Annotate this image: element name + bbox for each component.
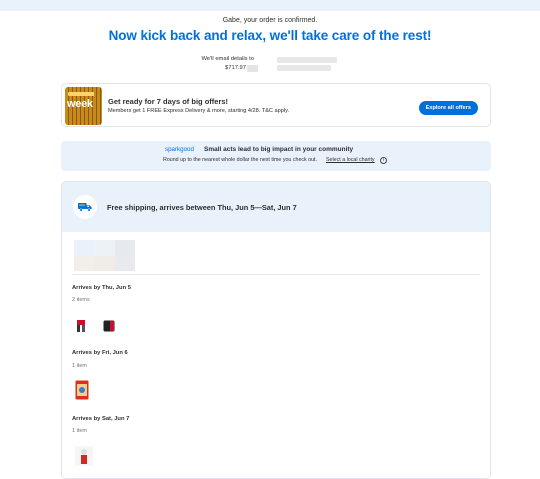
delivery-group-count: 1 item bbox=[72, 363, 87, 369]
page-headline: Now kick back and relax, we'll take care… bbox=[108, 28, 432, 43]
redacted-email bbox=[277, 57, 337, 63]
shipment-card: Free shipping, arrives between Thu, Jun … bbox=[61, 181, 491, 479]
delivery-group-title: Arrives by Thu, Jun 5 bbox=[72, 285, 131, 291]
promo-subtitle: Members get 1 FREE Express Delivery & mo… bbox=[108, 108, 290, 114]
info-icon[interactable]: i bbox=[380, 157, 387, 164]
shipping-title: Free shipping, arrives between Thu, Jun … bbox=[107, 203, 297, 212]
sparkgood-banner: sparkgood Small acts lead to big impact … bbox=[61, 141, 491, 171]
product-thumbnail[interactable] bbox=[75, 446, 93, 466]
email-label: We'll email details to bbox=[201, 56, 254, 62]
order-items-preview[interactable] bbox=[74, 240, 135, 271]
truck-icon bbox=[78, 203, 92, 212]
sparkgood-logo: sparkgood bbox=[165, 146, 194, 153]
top-banner-strip bbox=[0, 0, 540, 11]
preview-thumb bbox=[94, 255, 115, 271]
divider bbox=[72, 274, 480, 275]
preview-thumb bbox=[114, 240, 135, 256]
delivery-group-count: 2 items bbox=[72, 297, 90, 303]
order-total: $717.97 bbox=[225, 65, 246, 71]
deals-week-promo-card: week Get ready for 7 days of big offers!… bbox=[61, 83, 491, 127]
preview-thumb bbox=[74, 255, 95, 271]
product-thumbnail[interactable] bbox=[75, 319, 89, 333]
redacted-text bbox=[247, 65, 258, 72]
shipment-header: Free shipping, arrives between Thu, Jun … bbox=[62, 182, 490, 232]
promo-title: Get ready for 7 days of big offers! bbox=[108, 97, 229, 106]
preview-thumb bbox=[74, 240, 95, 256]
product-thumbnail[interactable] bbox=[102, 319, 116, 333]
truck-icon-badge bbox=[73, 195, 97, 219]
select-local-charity-link[interactable]: Select a local charity bbox=[326, 157, 375, 163]
explore-all-offers-button[interactable]: Explore all offers bbox=[418, 101, 478, 115]
preview-thumb bbox=[114, 255, 135, 271]
delivery-group-count: 1 item bbox=[72, 428, 87, 434]
sparkgood-subtitle: Round up to the nearest whole dollar the… bbox=[163, 157, 317, 163]
deals-week-logo: week bbox=[65, 87, 102, 125]
delivery-group-title: Arrives by Fri, Jun 6 bbox=[72, 350, 128, 356]
promo-art-tag bbox=[68, 92, 94, 96]
product-thumbnail[interactable] bbox=[75, 380, 89, 400]
sparkgood-title: Small acts lead to big impact in your co… bbox=[204, 146, 354, 153]
order-confirmed-text: Gabe, your order is confirmed. bbox=[222, 17, 318, 24]
delivery-group-title: Arrives by Sat, Jun 7 bbox=[72, 416, 130, 422]
preview-thumb bbox=[94, 240, 115, 256]
email-details-row: We'll email details to $717.97 bbox=[0, 56, 540, 78]
redacted-order-number bbox=[277, 65, 331, 71]
promo-art-word: week bbox=[67, 98, 93, 110]
